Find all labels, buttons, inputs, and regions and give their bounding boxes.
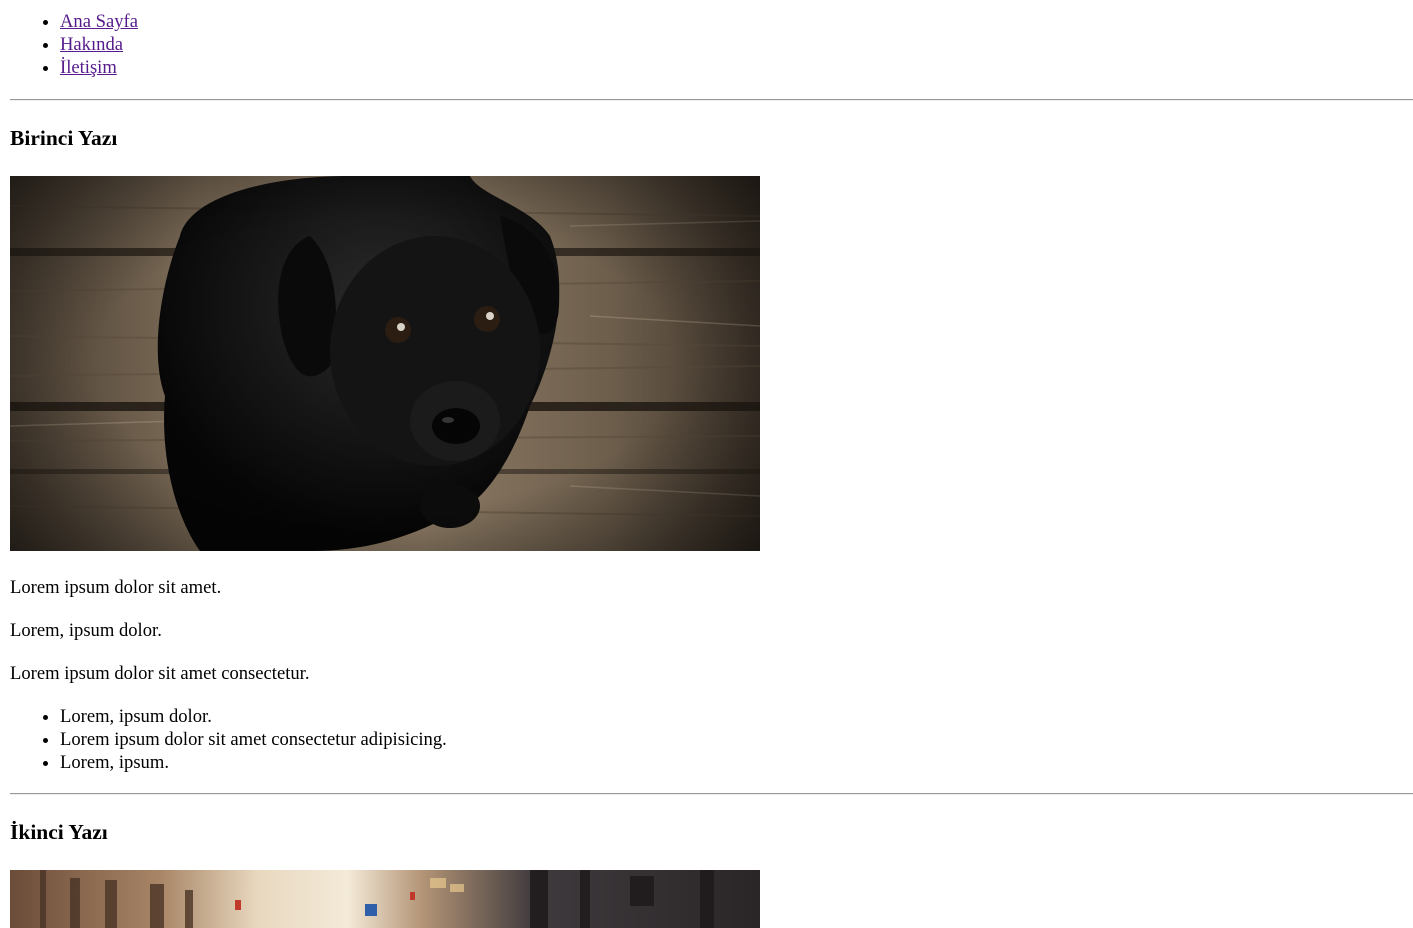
post-1-paragraph-2: Lorem, ipsum dolor. bbox=[10, 620, 162, 641]
list-item: Lorem ipsum dolor sit amet consectetur a… bbox=[60, 728, 447, 751]
nav-link-home[interactable]: Ana Sayfa bbox=[60, 11, 138, 32]
post-title-2: İkinci Yazı bbox=[10, 820, 108, 844]
list-item: Lorem, ipsum. bbox=[60, 751, 447, 774]
post-1-paragraph-3: Lorem ipsum dolor sit amet consectetur. bbox=[10, 663, 310, 684]
post-image-street bbox=[10, 870, 760, 928]
divider-top bbox=[10, 99, 1413, 101]
post-title-1: Birinci Yazı bbox=[10, 126, 118, 150]
nav-item-about: Hakında bbox=[60, 33, 138, 56]
post-1-bullet-list: Lorem, ipsum dolor. Lorem ipsum dolor si… bbox=[10, 705, 447, 774]
nav-item-home: Ana Sayfa bbox=[60, 10, 138, 33]
post-1-paragraph-1: Lorem ipsum dolor sit amet. bbox=[10, 577, 222, 598]
puppy-photo bbox=[10, 176, 760, 551]
nav-link-about[interactable]: Hakında bbox=[60, 34, 123, 55]
nav-item-contact: İletişim bbox=[60, 56, 138, 79]
divider-middle bbox=[10, 793, 1413, 795]
list-item: Lorem, ipsum dolor. bbox=[60, 705, 447, 728]
nav-link-contact[interactable]: İletişim bbox=[60, 57, 117, 78]
post-image-puppy bbox=[10, 176, 760, 551]
street-photo bbox=[10, 870, 760, 928]
nav-menu: Ana Sayfa Hakında İletişim bbox=[10, 10, 138, 79]
